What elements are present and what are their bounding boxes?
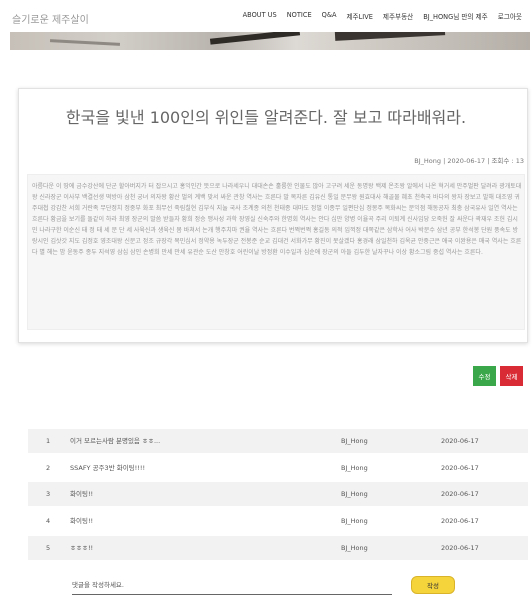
comment-date: 2020-06-17 [441,437,479,445]
comment-number: 1 [46,437,51,445]
comment-author: BJ_Hong [341,490,368,498]
nav-item-notice[interactable]: NOTICE [287,11,312,21]
comment-text: 화이팅!! [70,490,94,498]
comment-date: 2020-06-17 [441,464,479,472]
comment-text: ㅎㅎㅎ!! [70,544,94,552]
nav-item-jeju-realestate[interactable]: 제주부동산 [383,11,413,21]
nav-item-logout[interactable]: 로그아웃 [498,11,522,21]
comment-text: 이거 모르는사람 분명있음 ㅎㅎ... [70,437,161,445]
comment-date: 2020-06-17 [441,517,479,525]
hero-image [10,32,530,50]
comment-author: BJ_Hong [341,464,368,472]
top-navbar: 슬기로운 제주살이 ABOUT US NOTICE Q&A 제주LIVE 제주부… [0,0,532,32]
comment-date: 2020-06-17 [441,544,479,552]
post-content: 아름다운 이 땅에 금수강산에 단군 할아버지가 터 잡으시고 홍익인간 뜻으로… [32,183,522,256]
comment-row: 3 화이팅!! BJ_Hong 2020-06-17 [28,482,528,506]
submit-comment-button[interactable]: 작성 [411,576,455,594]
comment-author: BJ_Hong [341,517,368,525]
brand-logo[interactable]: 슬기로운 제주살이 [12,11,89,26]
edit-button[interactable]: 수정 [473,366,496,386]
comment-number: 2 [46,464,51,472]
delete-button[interactable]: 삭제 [500,366,523,386]
comment-author: BJ_Hong [341,437,368,445]
comment-author: BJ_Hong [341,544,368,552]
comment-row: 1 이거 모르는사람 분명있음 ㅎㅎ... BJ_Hong 2020-06-17 [28,429,528,453]
post-title: 한국을 빛낸 100인의 위인들 알려준다. 잘 보고 따라배워라. [65,108,467,127]
nav-item-about-us[interactable]: ABOUT US [243,11,277,21]
comment-row: 2 SSAFY 공주3반 화이팅!!!! BJ_Hong 2020-06-17 [28,456,528,480]
comment-number: 5 [46,544,51,552]
nav-item-my-jeju[interactable]: BJ_HONG님 만의 제주 [423,11,487,21]
comment-input[interactable] [72,575,392,595]
comment-number: 4 [46,517,51,525]
post-content-box: 아름다운 이 땅에 금수강산에 단군 할아버지가 터 잡으시고 홍익인간 뜻으로… [27,174,525,330]
nav-item-qna[interactable]: Q&A [322,11,337,21]
comment-number: 3 [46,490,51,498]
comment-row: 5 ㅎㅎㅎ!! BJ_Hong 2020-06-17 [28,536,528,560]
comment-text: 화이팅!! [70,517,94,525]
nav-item-jeju-live[interactable]: 제주LIVE [346,11,372,21]
nav-menu: ABOUT US NOTICE Q&A 제주LIVE 제주부동산 BJ_HONG… [233,11,522,21]
post-meta: BJ_Hong | 2020-06-17 | 조회수 : 13 [414,157,524,165]
comment-text: SSAFY 공주3반 화이팅!!!! [70,464,146,472]
comment-row: 4 화이팅!! BJ_Hong 2020-06-17 [28,509,528,533]
comment-date: 2020-06-17 [441,490,479,498]
